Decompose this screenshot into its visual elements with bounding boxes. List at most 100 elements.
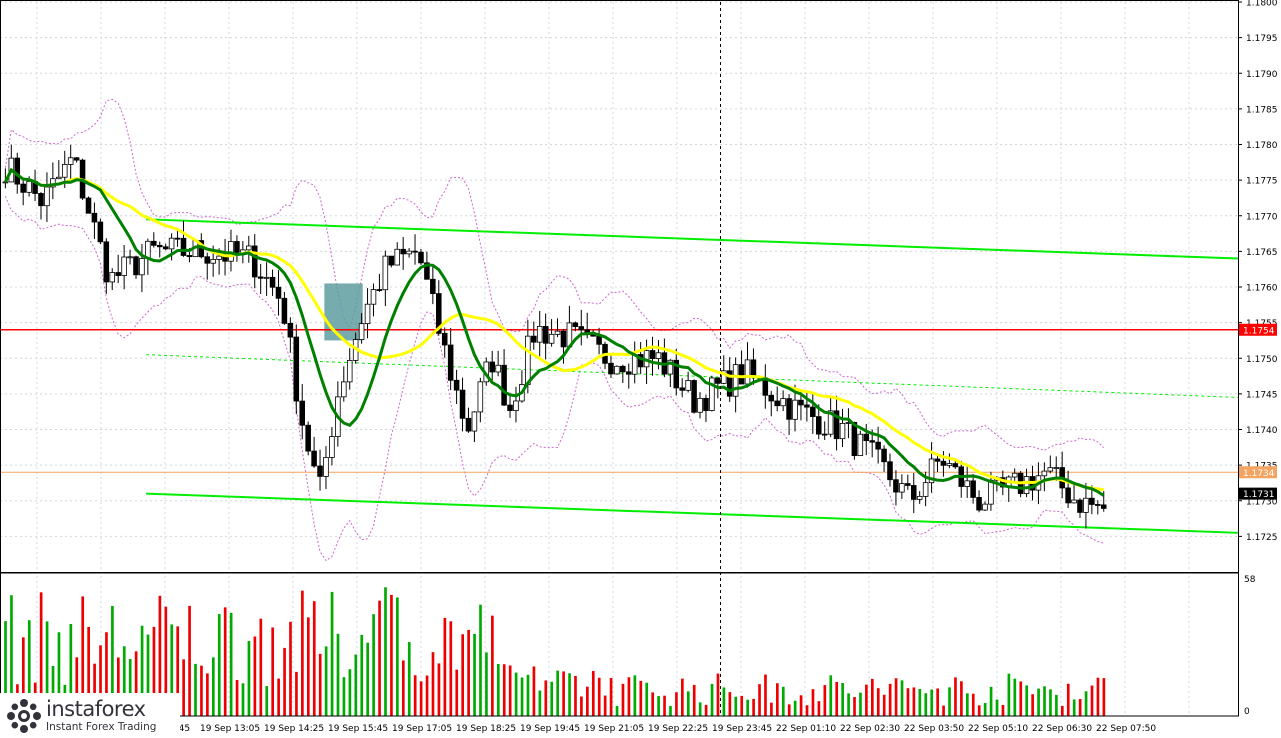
candle [174, 237, 181, 240]
band-upper [4, 98, 1105, 451]
volume-bar [491, 615, 494, 716]
candle [1083, 497, 1089, 513]
volume-bar [734, 696, 738, 716]
candle [56, 176, 62, 180]
candle [744, 359, 751, 385]
logo-name: instaforex [46, 696, 146, 721]
candle [26, 181, 32, 193]
candle [697, 398, 703, 413]
band-lower [4, 196, 1104, 562]
volume-bar [461, 634, 465, 716]
volume-bar [663, 695, 666, 716]
candle [578, 326, 585, 331]
volume-bar [983, 702, 987, 716]
candle [346, 359, 353, 383]
volume-bar [835, 681, 839, 716]
candle [216, 255, 222, 260]
volume-bar [603, 695, 607, 716]
volume-bar [906, 688, 910, 716]
candle [881, 448, 887, 463]
candle [940, 460, 947, 466]
candle [922, 482, 929, 497]
volume-bar [793, 700, 797, 716]
candles [2, 144, 1107, 529]
candle [685, 380, 691, 391]
signal-rect [324, 283, 363, 341]
candle [875, 441, 881, 450]
volume-bar [437, 663, 441, 716]
price-tick-label: 1.1760 [1246, 284, 1278, 294]
candle [251, 245, 258, 278]
volume-bar [235, 680, 239, 716]
volume-bar [1078, 699, 1082, 716]
volume-bar [306, 617, 310, 716]
volume-bar [722, 687, 726, 716]
volume-max-label: 58 [1244, 575, 1256, 585]
volume-bar [805, 705, 809, 716]
volume-bar [473, 633, 476, 716]
candle [976, 497, 982, 511]
volume-bar [698, 702, 702, 716]
volume-bar [758, 684, 761, 716]
candle [810, 406, 816, 417]
volume-bar [954, 677, 957, 716]
volume-bar [1096, 677, 1100, 716]
volume-bar [502, 664, 506, 716]
candle [151, 240, 157, 246]
candle [786, 398, 792, 420]
price-axis: 1.1800 1.1795 1.1790 1.1785 1.1780 1.1775 1.17… [1238, 0, 1278, 543]
candle [495, 364, 501, 373]
volume-bar [681, 678, 684, 716]
candle [412, 250, 418, 253]
candle [38, 193, 44, 207]
candle [2, 181, 9, 184]
volume-bar [764, 674, 767, 716]
volume-bar [960, 681, 963, 716]
volume-bar [330, 591, 334, 716]
candle [536, 326, 543, 343]
candle [204, 256, 211, 264]
volume-bar [419, 681, 423, 716]
candle [91, 212, 98, 223]
volume-bar [538, 690, 542, 716]
price-tick-label: 1.1750 [1246, 355, 1278, 365]
volume-bar [936, 688, 939, 716]
volume-bar [591, 671, 595, 716]
volume-bar [657, 696, 660, 716]
candle [893, 479, 899, 493]
candle [1071, 499, 1077, 504]
candle [691, 380, 697, 413]
candle [323, 457, 329, 477]
candle [952, 463, 959, 468]
candle [649, 350, 656, 359]
candle [910, 485, 917, 500]
volume-axis: 58 0 [1244, 575, 1256, 717]
volume-bar [965, 693, 969, 716]
candle [317, 465, 323, 477]
volume-bar [479, 604, 482, 716]
volume-bar [894, 678, 898, 716]
volume-bar [289, 621, 292, 716]
candle [465, 417, 472, 432]
candle [376, 289, 383, 291]
volume-bar [1060, 705, 1064, 716]
volume-bar [615, 705, 619, 716]
volume-bar [770, 702, 773, 716]
candle [738, 364, 745, 385]
volume-bar [1037, 688, 1040, 716]
price-tick-label: 1.1740 [1246, 426, 1278, 436]
volume-bar [859, 692, 862, 716]
candle [1023, 476, 1030, 494]
volume-bar [217, 614, 221, 716]
candle [103, 241, 110, 283]
candle [970, 480, 976, 498]
time-axis: 19 Sep 11:4519 Sep 13:0519 Sep 14:2519 S… [130, 724, 1156, 734]
candle [507, 404, 513, 411]
volume-bar [229, 612, 233, 716]
candle [14, 157, 21, 185]
volume-bar [301, 590, 304, 716]
volume-bar [520, 677, 524, 716]
volume-bar [401, 660, 405, 716]
candle [1089, 497, 1095, 505]
volume-bar [188, 605, 191, 716]
